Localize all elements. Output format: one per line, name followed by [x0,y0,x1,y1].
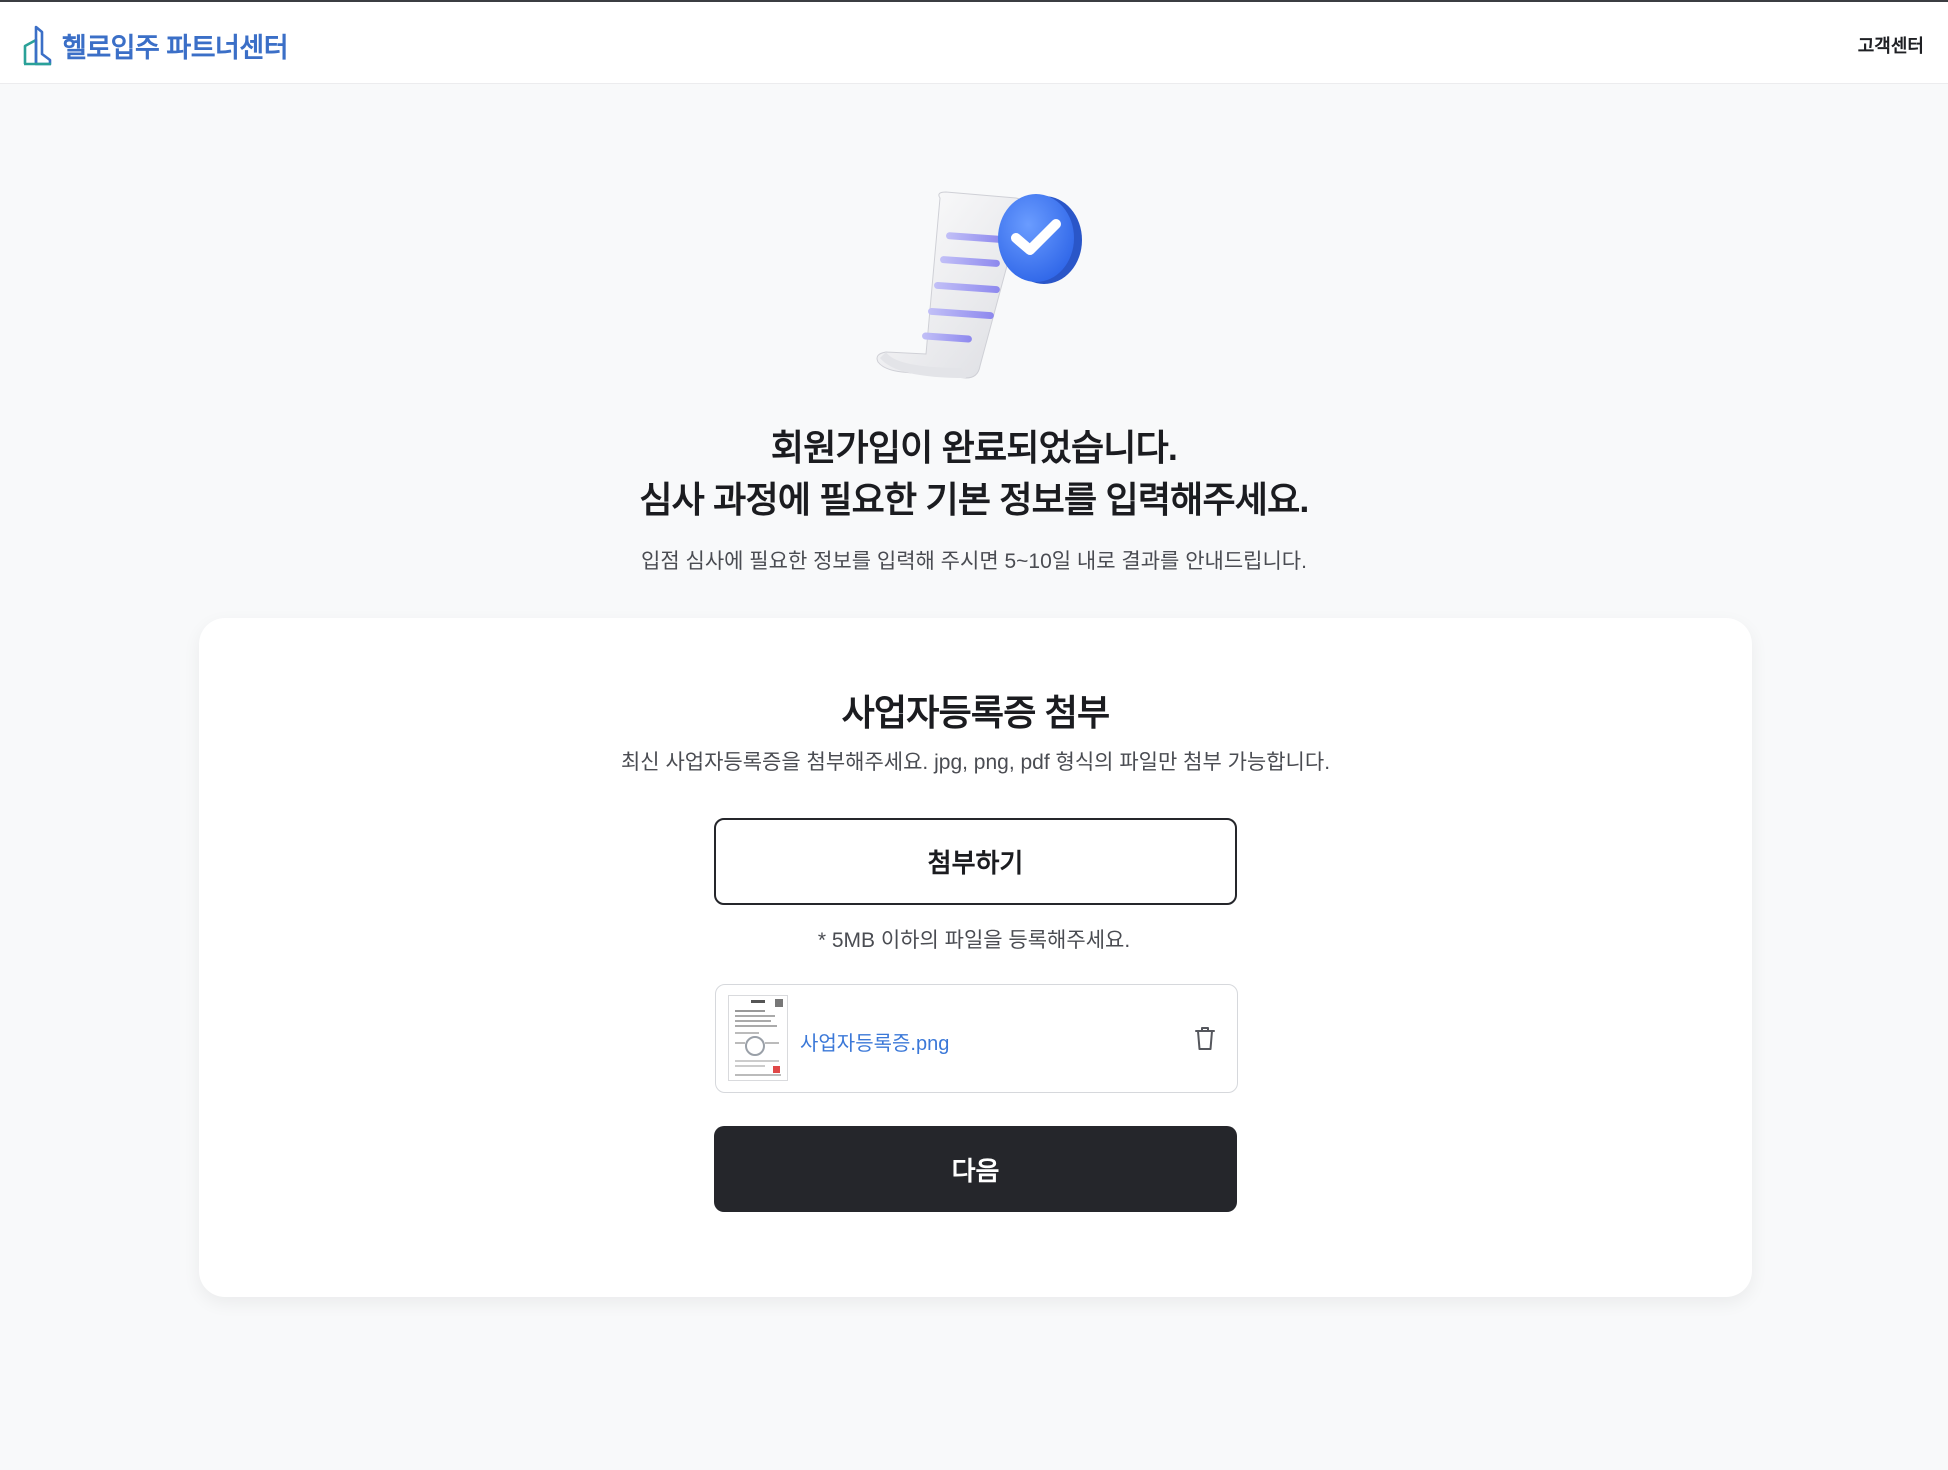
attached-file-name[interactable]: 사업자등록증.png [800,1027,949,1056]
next-button[interactable]: 다음 [714,1126,1237,1212]
customer-center-link[interactable]: 고객센터 [1858,32,1924,58]
page-subline: 입점 심사에 필요한 정보를 입력해 주시면 5~10일 내로 결과를 안내드립… [641,550,1307,573]
brand-logo[interactable]: 헬로입주 파트너센터 [22,24,289,66]
attached-file-item: 사업자등록증.png [715,984,1238,1093]
card-title: 사업자등록증 첨부 [841,692,1111,733]
attach-button[interactable]: 첨부하기 [714,818,1237,905]
building-icon [23,25,52,66]
trash-icon[interactable] [1191,1023,1219,1053]
brand-name: 헬로입주 파트너센터 [62,32,289,63]
document-check-icon [866,182,1086,392]
top-bar: 헬로입주 파트너센터 고객센터 [0,0,1948,84]
page-headline: 회원가입이 완료되었습니다. 심사 과정에 필요한 기본 정보를 입력해주세요. [0,422,1948,526]
document-thumbnail-icon [728,995,788,1081]
file-size-note: * 5MB 이하의 파일을 등록해주세요. [817,929,1131,952]
headline-line-1: 회원가입이 완료되었습니다. [770,427,1178,468]
headline-line-2: 심사 과정에 필요한 기본 정보를 입력해주세요. [639,479,1309,520]
card-description: 최신 사업자등록증을 첨부해주세요. jpg, png, pdf 형식의 파일만… [620,751,1331,774]
